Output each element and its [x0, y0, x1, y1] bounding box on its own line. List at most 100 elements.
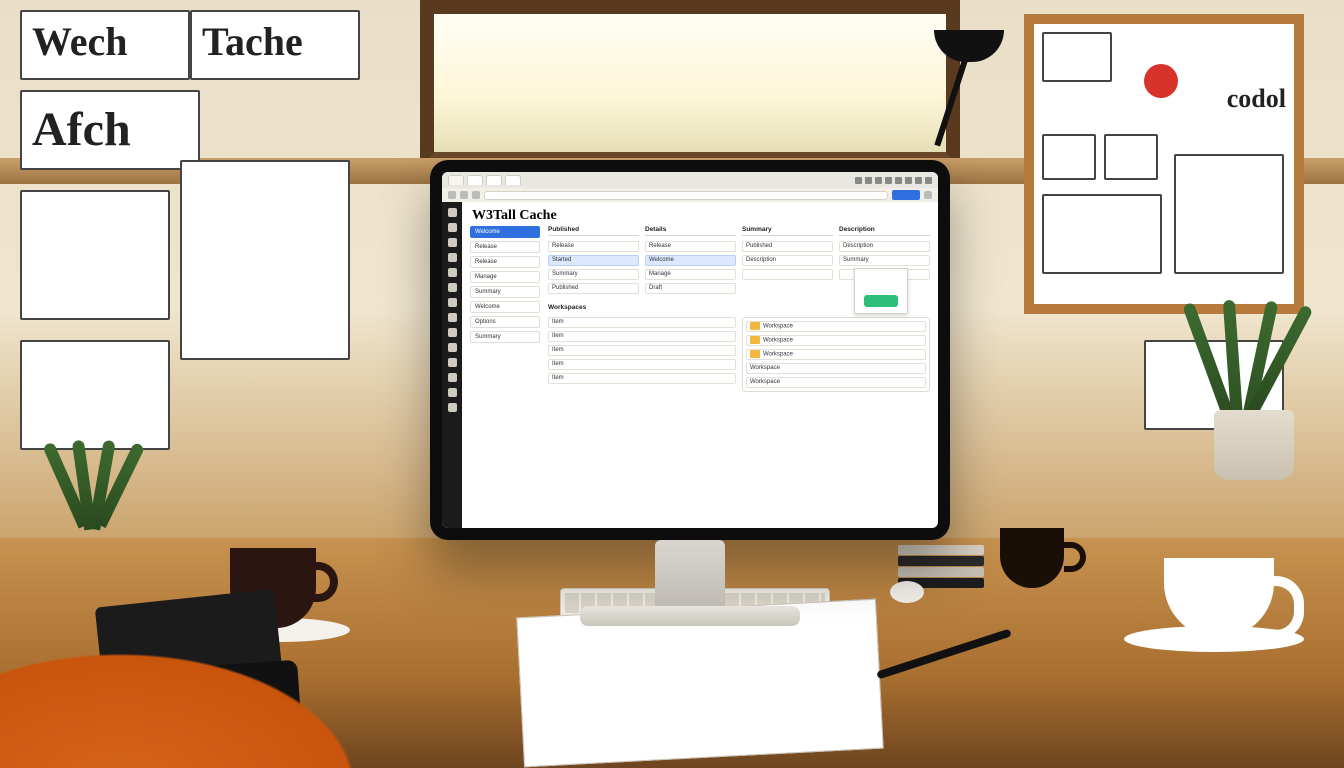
activity-rail [442, 202, 462, 528]
folder-icon [750, 336, 760, 344]
plant-right [1194, 300, 1314, 480]
column-header: Summary [742, 226, 833, 236]
rail-item-icon[interactable] [448, 328, 457, 337]
browser-tabstrip [442, 172, 938, 188]
grid-cell[interactable]: Description [742, 255, 833, 266]
grid-cell[interactable]: Published [742, 241, 833, 252]
workspace-row[interactable]: Workspace [746, 363, 926, 374]
wall-note-afch: Afch [20, 90, 200, 170]
browser-addressbar [442, 188, 938, 202]
grid-cell[interactable]: Draft [645, 283, 736, 294]
rail-ext-icon[interactable] [448, 283, 457, 292]
monitor: W3Tall Cache Welcome Release Release Man… [430, 160, 950, 540]
sidebar-item[interactable]: Manage [470, 271, 540, 283]
tabstrip-icon[interactable] [905, 177, 912, 184]
floating-card [854, 268, 908, 314]
reload-icon[interactable] [472, 191, 480, 199]
list-item[interactable]: Item [548, 331, 736, 342]
workspace-row[interactable]: Workspace [746, 349, 926, 360]
wall-right-whiteboard: codol [1024, 14, 1304, 314]
grid-cell[interactable]: Published [548, 283, 639, 294]
column-header: Published [548, 226, 639, 236]
list-item[interactable]: Item [548, 317, 736, 328]
wall-left-notes: Wech Tache Afch [20, 10, 400, 450]
rail-debug-icon[interactable] [448, 268, 457, 277]
tabstrip-icon[interactable] [925, 177, 932, 184]
tabstrip-icon[interactable] [865, 177, 872, 184]
rail-item-icon[interactable] [448, 373, 457, 382]
rail-files-icon[interactable] [448, 223, 457, 232]
folder-icon [750, 322, 760, 330]
column-header: Details [645, 226, 736, 236]
back-icon[interactable] [448, 191, 456, 199]
grid-cell[interactable]: Welcome [645, 255, 736, 266]
grid-cell[interactable] [742, 269, 833, 280]
browser-primary-button[interactable] [892, 190, 920, 200]
grid-cell[interactable]: Description [839, 241, 930, 252]
address-input[interactable] [484, 191, 888, 200]
wb-card [1174, 154, 1284, 274]
screen: W3Tall Cache Welcome Release Release Man… [442, 172, 938, 528]
wall-grid-2 [180, 160, 350, 360]
browser-tab[interactable] [448, 175, 464, 185]
menu-icon[interactable] [924, 191, 932, 199]
tabstrip-icon[interactable] [915, 177, 922, 184]
sidebar-item[interactable]: Summary [470, 331, 540, 343]
card-action-button[interactable] [864, 295, 898, 307]
grid-cell[interactable]: Summary [548, 269, 639, 280]
rail-item-icon[interactable] [448, 358, 457, 367]
rail-gear-icon[interactable] [448, 403, 457, 412]
tabstrip-icon[interactable] [875, 177, 882, 184]
whiteboard-text-codol: codol [1227, 84, 1286, 114]
app-content: W3Tall Cache Welcome Release Release Man… [462, 202, 938, 528]
tabstrip-icons [855, 177, 932, 184]
rail-source-icon[interactable] [448, 253, 457, 262]
list-item[interactable]: Item [548, 359, 736, 370]
app-title: W3Tall Cache [462, 202, 938, 226]
rail-item-icon[interactable] [448, 298, 457, 307]
app-body: W3Tall Cache Welcome Release Release Man… [442, 202, 938, 528]
grid-cell[interactable]: Release [548, 241, 639, 252]
tabstrip-icon[interactable] [855, 177, 862, 184]
wall-note-wech: Wech [20, 10, 190, 80]
rail-search-icon[interactable] [448, 238, 457, 247]
browser-tab[interactable] [486, 175, 502, 185]
mouse [890, 581, 924, 603]
column-header: Description [839, 226, 930, 236]
monitor-foot [580, 606, 800, 626]
wb-card [1042, 134, 1096, 180]
list-item[interactable]: Item [548, 345, 736, 356]
list-item[interactable]: Item [548, 373, 736, 384]
grid-cell[interactable]: Manage [645, 269, 736, 280]
wb-card [1042, 32, 1112, 82]
browser-tab[interactable] [505, 175, 521, 185]
sidebar: Welcome Release Release Manage Summary W… [470, 226, 540, 520]
sidebar-item[interactable]: Welcome [470, 226, 540, 238]
rail-home-icon[interactable] [448, 208, 457, 217]
grid-cell[interactable]: Summary [839, 255, 930, 266]
sidebar-item[interactable]: Release [470, 241, 540, 253]
wb-card [1104, 134, 1158, 180]
sidebar-item[interactable]: Summary [470, 286, 540, 298]
room-window [420, 0, 960, 170]
browser-tab[interactable] [467, 175, 483, 185]
grid-cell[interactable]: Release [645, 241, 736, 252]
red-dot-icon [1144, 64, 1178, 98]
workspace-row[interactable]: Workspace [746, 321, 926, 332]
rail-account-icon[interactable] [448, 388, 457, 397]
sidebar-item[interactable]: Options [470, 316, 540, 328]
grid-cell[interactable]: Started [548, 255, 639, 266]
monitor-stand [655, 540, 725, 610]
forward-icon[interactable] [460, 191, 468, 199]
workspace-row[interactable]: Workspace [746, 377, 926, 388]
wall-grid-3 [20, 340, 170, 450]
folder-icon [750, 350, 760, 358]
rail-item-icon[interactable] [448, 343, 457, 352]
workspace-row[interactable]: Workspace [746, 335, 926, 346]
sidebar-item[interactable]: Release [470, 256, 540, 268]
rail-item-icon[interactable] [448, 313, 457, 322]
tabstrip-icon[interactable] [895, 177, 902, 184]
tabstrip-icon[interactable] [885, 177, 892, 184]
sidebar-item[interactable]: Welcome [470, 301, 540, 313]
wb-card [1042, 194, 1162, 274]
